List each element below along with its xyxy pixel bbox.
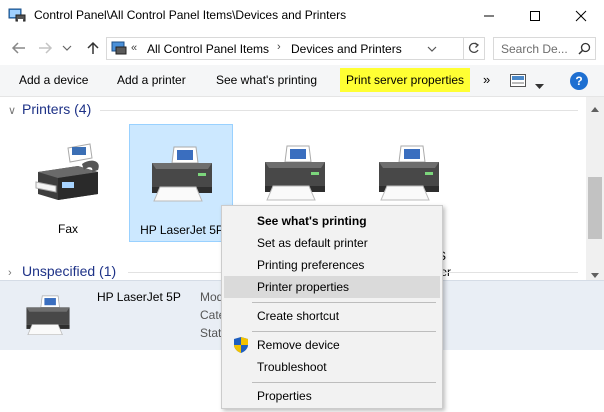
menu-separator xyxy=(252,382,436,383)
control-panel-icon xyxy=(111,41,127,58)
more-commands-button[interactable]: » xyxy=(483,72,490,87)
address-bar[interactable]: « All Control Panel Items › Devices and … xyxy=(106,37,464,60)
device-label: HP LaserJet 5P xyxy=(140,223,224,237)
view-dropdown-icon[interactable] xyxy=(535,79,544,93)
add-device-button[interactable]: Add a device xyxy=(19,73,88,87)
see-whats-printing-button[interactable]: See what's printing xyxy=(216,73,317,87)
breadcrumb-separator[interactable]: › xyxy=(277,41,281,53)
breadcrumb-devices-and-printers[interactable]: Devices and Printers xyxy=(291,42,402,56)
address-row: « All Control Panel Items › Devices and … xyxy=(0,31,604,65)
unspecified-group-header[interactable]: › Unspecified (1) xyxy=(8,263,116,279)
scroll-thumb[interactable] xyxy=(588,177,602,239)
refresh-button[interactable] xyxy=(463,37,485,60)
printers-group-label: Printers (4) xyxy=(22,101,92,117)
command-bar: Add a device Add a printer See what's pr… xyxy=(0,65,604,97)
collapse-chevron-icon[interactable]: ∨ xyxy=(8,104,22,117)
menu-item-troubleshoot[interactable]: Troubleshoot xyxy=(224,356,440,378)
window-title: Control Panel\All Control Panel Items\De… xyxy=(34,8,347,22)
menu-item-see-whats-printing[interactable]: See what's printing xyxy=(224,210,440,232)
breadcrumb-all-control-panel-items[interactable]: All Control Panel Items xyxy=(147,42,269,56)
add-printer-button[interactable]: Add a printer xyxy=(117,73,186,87)
title-bar: Control Panel\All Control Panel Items\De… xyxy=(0,0,604,31)
device-fax[interactable]: Fax xyxy=(16,124,120,242)
menu-item-properties[interactable]: Properties xyxy=(224,385,440,407)
menu-item-printing-preferences[interactable]: Printing preferences xyxy=(224,254,440,276)
search-icon[interactable] xyxy=(578,42,591,58)
menu-item-remove-device[interactable]: Remove device xyxy=(224,334,440,356)
hidden-crumbs-chevron[interactable]: « xyxy=(131,42,137,54)
vertical-scrollbar[interactable] xyxy=(586,97,604,280)
details-device-name: HP LaserJet 5P xyxy=(97,290,181,304)
scroll-down-arrow-icon[interactable] xyxy=(591,267,599,281)
devices-printers-icon xyxy=(8,7,26,26)
printer-icon xyxy=(20,293,76,342)
context-menu: See what's printing Set as default print… xyxy=(221,205,443,409)
printers-group-header[interactable]: ∨ Printers (4) xyxy=(8,101,91,117)
up-arrow-icon[interactable] xyxy=(84,39,102,57)
help-button[interactable]: ? xyxy=(570,72,588,90)
back-arrow-icon[interactable] xyxy=(10,39,28,57)
menu-item-set-default-printer[interactable]: Set as default printer xyxy=(224,232,440,254)
details-model-label: Mod xyxy=(200,290,224,304)
refresh-icon xyxy=(468,42,480,53)
maximize-button[interactable] xyxy=(512,0,558,31)
forward-arrow-icon[interactable] xyxy=(36,39,54,57)
close-button[interactable] xyxy=(558,0,604,31)
expand-chevron-icon[interactable]: › xyxy=(8,267,22,279)
recent-locations-chevron-icon[interactable] xyxy=(58,39,76,57)
printer-icon xyxy=(146,143,218,210)
search-placeholder: Search De... xyxy=(501,42,568,56)
change-view-icon[interactable] xyxy=(510,74,526,90)
scroll-up-arrow-icon[interactable] xyxy=(591,101,599,115)
print-server-properties-button[interactable]: Print server properties xyxy=(340,68,471,92)
unspecified-group-label: Unspecified (1) xyxy=(22,263,117,279)
printer-icon xyxy=(373,142,445,209)
device-label: Fax xyxy=(57,222,78,236)
uac-shield-icon xyxy=(234,337,248,356)
address-dropdown-icon[interactable] xyxy=(427,42,437,59)
printer-icon xyxy=(259,142,331,209)
menu-separator xyxy=(252,302,436,303)
menu-item-create-shortcut[interactable]: Create shortcut xyxy=(224,305,440,327)
search-input[interactable]: Search De... xyxy=(493,37,596,60)
menu-separator xyxy=(252,331,436,332)
fax-icon xyxy=(32,142,104,209)
menu-item-printer-properties[interactable]: Printer properties xyxy=(224,276,440,298)
minimize-button[interactable] xyxy=(466,0,512,31)
details-status-label: Stat xyxy=(200,326,222,340)
group-divider xyxy=(100,110,578,111)
device-hp-laserjet-5p[interactable]: HP LaserJet 5P xyxy=(129,124,233,242)
